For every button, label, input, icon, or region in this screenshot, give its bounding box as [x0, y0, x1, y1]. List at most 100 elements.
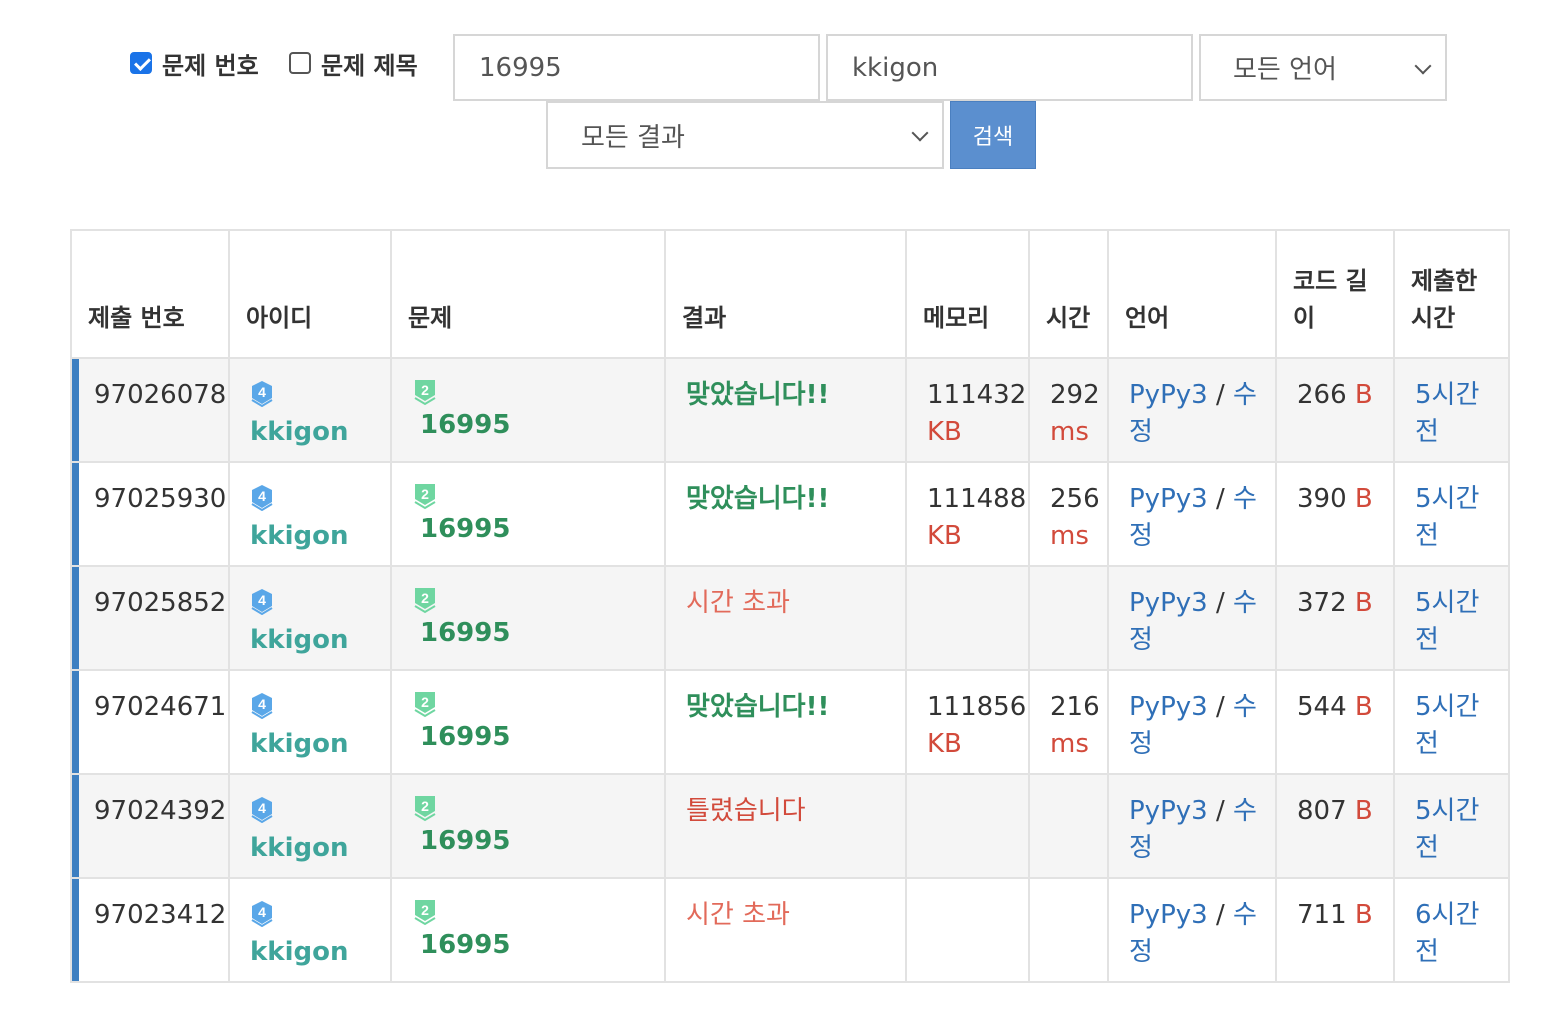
result-cell: 시간 초과 — [664, 877, 907, 983]
problem-link[interactable]: 16995 — [412, 719, 648, 756]
user-cell: 4 kkigon — [228, 565, 392, 671]
code-length-cell: 711 B — [1275, 877, 1395, 983]
time-cell — [1028, 877, 1109, 983]
result-text: 시간 초과 — [686, 900, 790, 930]
problem-id-input[interactable] — [479, 52, 818, 83]
user-cell: 4 kkigon — [228, 669, 392, 775]
result-text: 맞았습니다!! — [686, 484, 830, 514]
search-button[interactable]: 검색 — [950, 101, 1036, 169]
header-user-id: 아이디 — [228, 229, 392, 359]
time-unit: ms — [1050, 521, 1089, 551]
user-level-number: 4 — [258, 384, 266, 400]
memory-unit: KB — [927, 521, 962, 551]
code-length-value: 544 — [1297, 692, 1347, 722]
code-length-unit: B — [1354, 588, 1373, 618]
user-level-badge-icon: 4 — [251, 797, 273, 823]
user-level-number: 4 — [258, 488, 266, 504]
user-link[interactable]: kkigon — [250, 417, 348, 447]
submission-id: 97026078 — [70, 357, 230, 463]
submitted-time-link[interactable]: 5시간 전 — [1415, 588, 1479, 655]
problem-link[interactable]: 16995 — [412, 615, 648, 652]
user-link[interactable]: kkigon — [250, 729, 348, 759]
submission-status-table: 제출 번호 아이디 문제 결과 메모리 시간 언어 코드 길이 제출한 시간 9… — [70, 229, 1510, 983]
language-link[interactable]: PyPy3 — [1129, 380, 1208, 410]
language-link[interactable]: PyPy3 — [1129, 692, 1208, 722]
code-length-cell: 807 B — [1275, 773, 1395, 879]
time-cell: 216 ms — [1028, 669, 1109, 775]
language-cell: PyPy3 / 수정 — [1107, 773, 1277, 879]
memory-cell: 111856 KB — [905, 669, 1030, 775]
problem-link[interactable]: 16995 — [412, 407, 648, 444]
result-cell: 맞았습니다!! — [664, 461, 907, 567]
user-id-field[interactable] — [826, 34, 1193, 101]
code-length-value: 390 — [1297, 484, 1347, 514]
user-level-badge-icon: 4 — [251, 693, 273, 719]
submission-id: 97023412 — [70, 877, 230, 983]
code-length-unit: B — [1354, 484, 1373, 514]
problem-title-checkbox[interactable]: 문제 제목 — [289, 48, 418, 80]
problem-link[interactable]: 16995 — [412, 927, 648, 964]
checkbox-checked-icon[interactable] — [130, 52, 152, 74]
language-separator: / — [1207, 484, 1233, 514]
submission-id: 97025852 — [70, 565, 230, 671]
time-unit: ms — [1050, 729, 1089, 759]
submitted-time-link[interactable]: 5시간 전 — [1415, 380, 1479, 447]
problem-number-label: 문제 번호 — [162, 51, 259, 80]
time-cell: 292 ms — [1028, 357, 1109, 463]
problem-tier-number: 2 — [421, 382, 429, 398]
language-select-value: 모든 언어 — [1233, 55, 1337, 85]
language-select[interactable]: 모든 언어 — [1199, 34, 1447, 101]
problem-cell: 2 16995 — [390, 565, 666, 671]
table-row: 97024671 4 kkigon 2 16995 맞았습니다!! 111856… — [70, 669, 1510, 775]
user-id-input[interactable] — [852, 52, 1191, 83]
code-length-cell: 390 B — [1275, 461, 1395, 567]
table-header-row: 제출 번호 아이디 문제 결과 메모리 시간 언어 코드 길이 제출한 시간 — [70, 229, 1510, 359]
user-level-badge-icon: 4 — [251, 485, 273, 511]
language-separator: / — [1207, 588, 1233, 618]
submitted-time-cell: 6시간 전 — [1393, 877, 1510, 983]
user-link[interactable]: kkigon — [250, 521, 348, 551]
submitted-time-link[interactable]: 6시간 전 — [1415, 900, 1479, 967]
result-text: 틀렸습니다 — [686, 796, 806, 826]
user-link[interactable]: kkigon — [250, 833, 348, 863]
table-row: 97025930 4 kkigon 2 16995 맞았습니다!! 111488… — [70, 461, 1510, 567]
problem-tier-number: 2 — [421, 694, 429, 710]
checkbox-unchecked-icon[interactable] — [289, 52, 311, 74]
language-cell: PyPy3 / 수정 — [1107, 565, 1277, 671]
table-row: 97025852 4 kkigon 2 16995 시간 초과 PyPy3 / … — [70, 565, 1510, 671]
language-link[interactable]: PyPy3 — [1129, 796, 1208, 826]
user-level-number: 4 — [258, 696, 266, 712]
problem-tier-badge-icon: 2 — [414, 380, 436, 406]
memory-cell — [905, 877, 1030, 983]
language-separator: / — [1207, 380, 1233, 410]
result-text: 맞았습니다!! — [686, 692, 830, 722]
user-link[interactable]: kkigon — [250, 937, 348, 967]
problem-number-checkbox[interactable]: 문제 번호 — [130, 48, 259, 80]
problem-cell: 2 16995 — [390, 669, 666, 775]
language-cell: PyPy3 / 수정 — [1107, 357, 1277, 463]
code-length-cell: 266 B — [1275, 357, 1395, 463]
problem-cell: 2 16995 — [390, 357, 666, 463]
memory-cell — [905, 565, 1030, 671]
time-cell: 256 ms — [1028, 461, 1109, 567]
language-cell: PyPy3 / 수정 — [1107, 461, 1277, 567]
submitted-time-link[interactable]: 5시간 전 — [1415, 796, 1479, 863]
result-select[interactable]: 모든 결과 — [546, 101, 944, 169]
problem-link[interactable]: 16995 — [412, 823, 648, 860]
problem-link[interactable]: 16995 — [412, 511, 648, 548]
header-code-length: 코드 길이 — [1275, 229, 1395, 359]
language-link[interactable]: PyPy3 — [1129, 588, 1208, 618]
code-length-unit: B — [1354, 380, 1373, 410]
time-value: 256 — [1050, 484, 1100, 514]
user-link[interactable]: kkigon — [250, 625, 348, 655]
submitted-time-link[interactable]: 5시간 전 — [1415, 692, 1479, 759]
language-link[interactable]: PyPy3 — [1129, 484, 1208, 514]
code-length-unit: B — [1354, 692, 1373, 722]
chevron-down-icon — [911, 124, 929, 142]
time-unit: ms — [1050, 417, 1089, 447]
language-link[interactable]: PyPy3 — [1129, 900, 1208, 930]
submitted-time-cell: 5시간 전 — [1393, 357, 1510, 463]
header-submitted-time: 제출한 시간 — [1393, 229, 1510, 359]
submitted-time-link[interactable]: 5시간 전 — [1415, 484, 1479, 551]
problem-id-field[interactable] — [453, 34, 820, 101]
